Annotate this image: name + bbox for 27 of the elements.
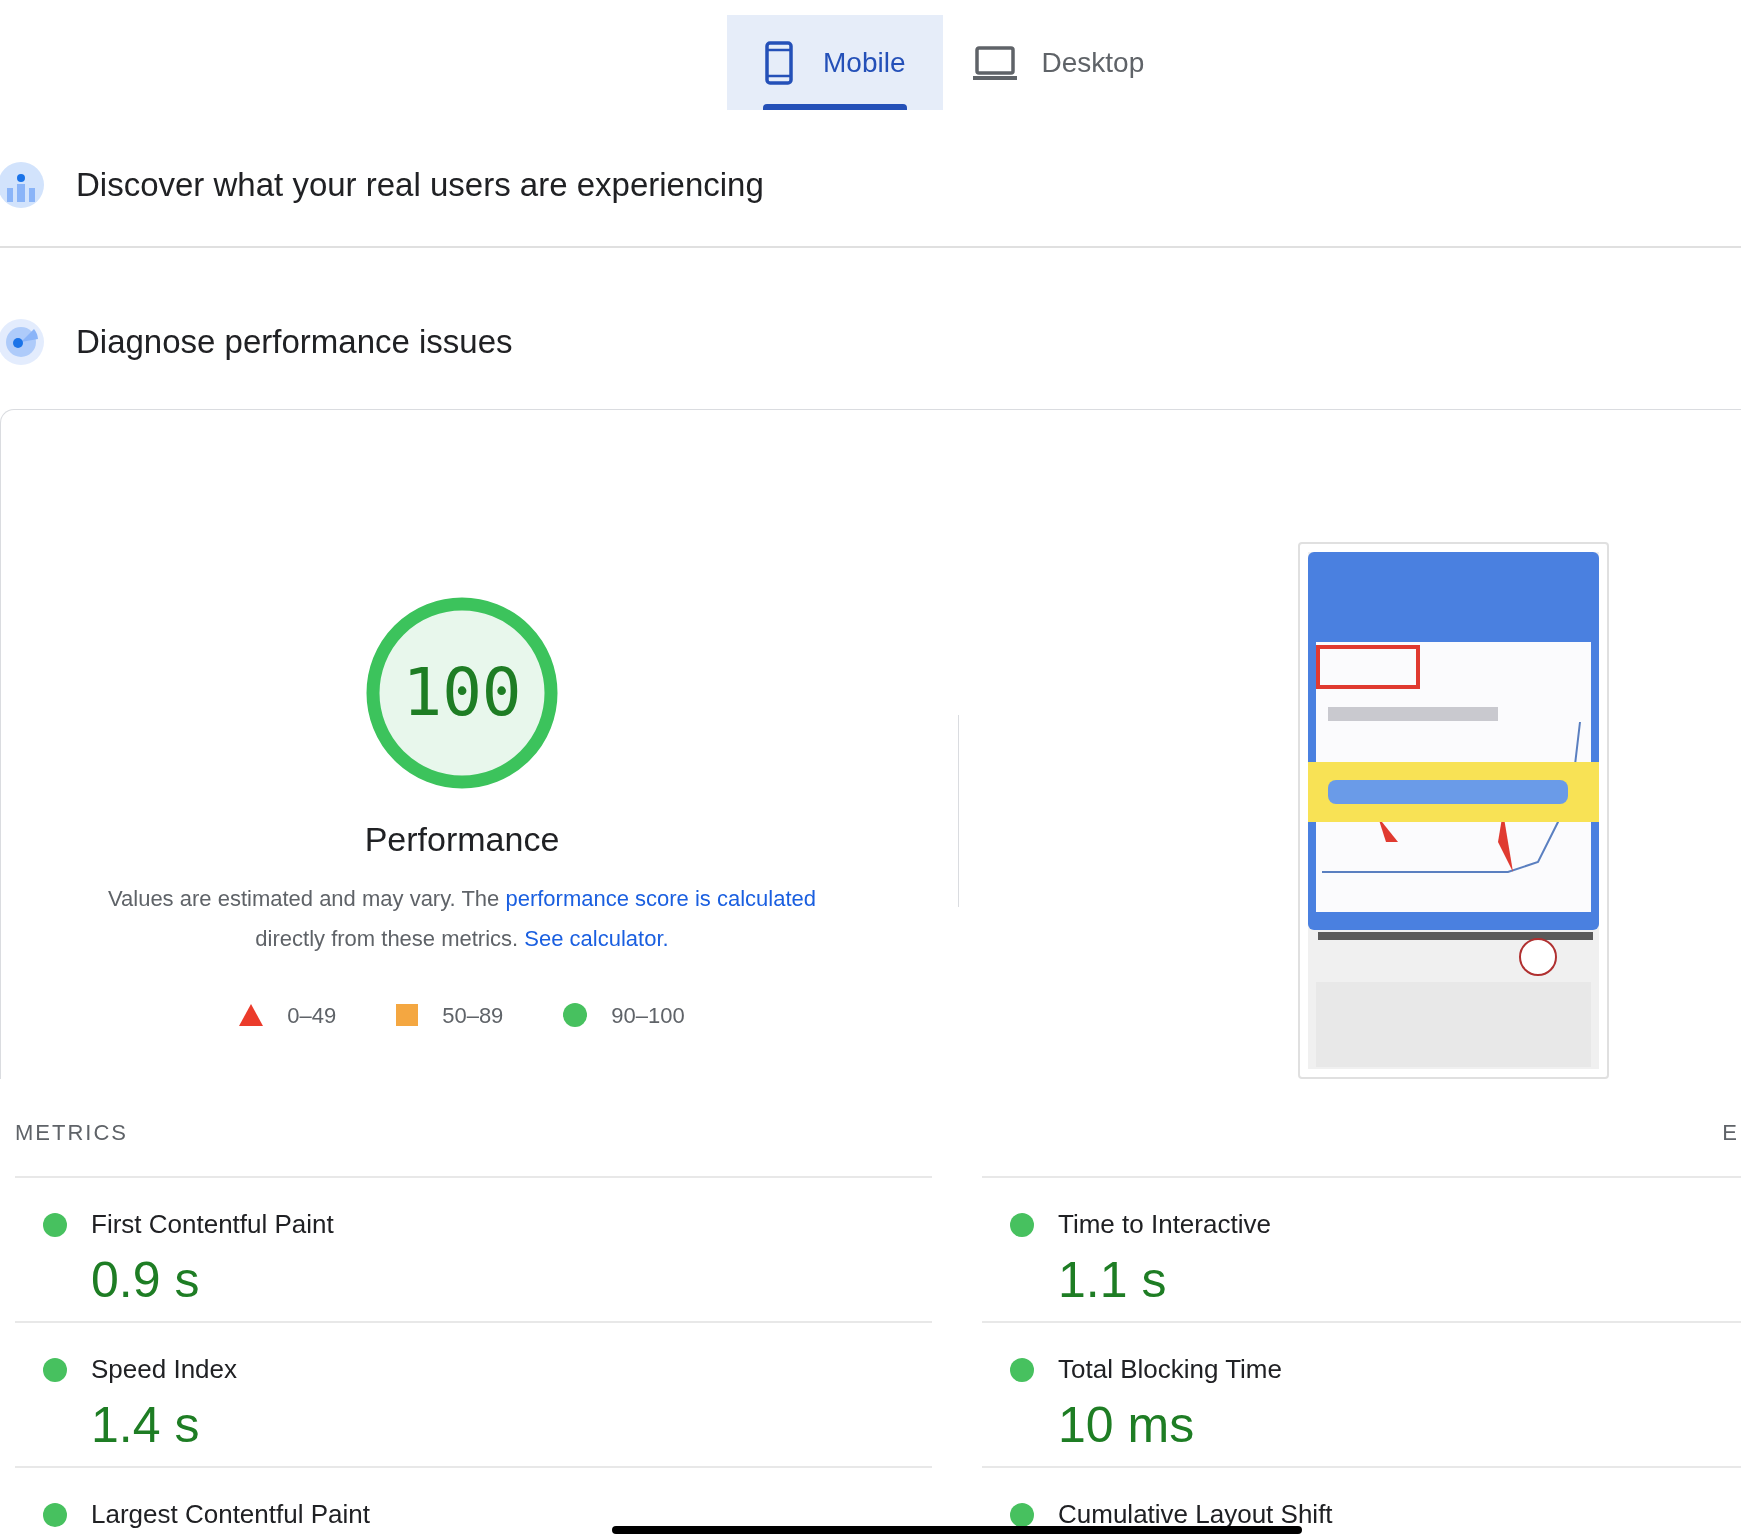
metric-value: 1.1 s: [1058, 1251, 1167, 1310]
metrics-heading: METRICS: [15, 1119, 128, 1147]
link[interactable]: performance score is calculated: [505, 886, 816, 911]
legend-label: 50–89: [442, 1001, 504, 1030]
legend-label: 0–49: [287, 1001, 337, 1030]
metric-label: Speed Index: [91, 1353, 237, 1386]
laptop-icon: [973, 45, 1018, 80]
phone-icon: [765, 40, 793, 85]
metric-value: 0.9 s: [91, 1251, 200, 1310]
device-tab[interactable]: Mobile: [727, 15, 944, 110]
score-label: Performance: [364, 819, 560, 859]
bar-chart-icon: [0, 162, 44, 208]
metric-value: 10 ms: [1058, 1396, 1195, 1455]
metric-label: Time to Interactive: [1058, 1208, 1271, 1241]
score-value: 100: [402, 658, 522, 728]
metric-label: First Contentful Paint: [91, 1208, 334, 1241]
legend-label: 90–100: [611, 1001, 685, 1030]
metric-value: 1.4 s: [91, 1396, 200, 1455]
metric-label: Total Blocking Time: [1058, 1353, 1282, 1386]
metric-label: Cumulative Layout Shift: [1058, 1498, 1333, 1531]
description-text: Values are estimated and may vary. The performance score is calculated directly from these metrics. See calculator.: [107, 885, 817, 953]
section-title: Diagnose performance issues: [76, 321, 513, 362]
section-title: Discover what your real users are experiencing: [76, 165, 764, 206]
link[interactable]: See calculator.: [524, 926, 669, 951]
metric-label: Largest Contentful Paint: [91, 1498, 370, 1531]
radar-icon: [0, 318, 44, 365]
metrics-heading: E: [1722, 1119, 1737, 1147]
